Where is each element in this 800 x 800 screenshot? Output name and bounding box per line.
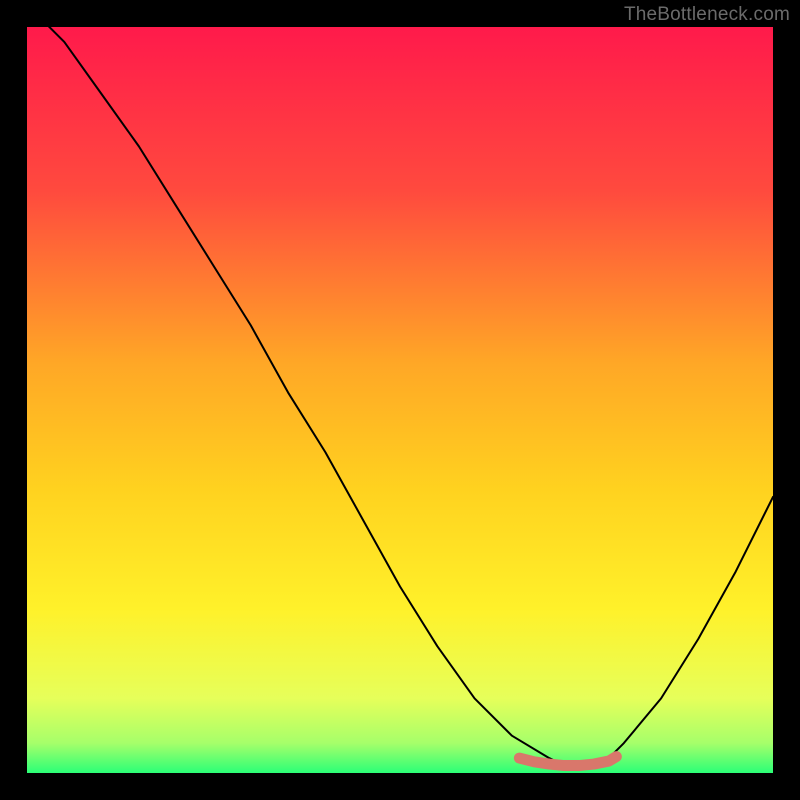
plot-area xyxy=(27,27,773,773)
chart-stage: TheBottleneck.com xyxy=(0,0,800,800)
watermark-text: TheBottleneck.com xyxy=(624,4,790,26)
trough-marker xyxy=(519,757,616,766)
bottleneck-curve xyxy=(27,27,773,766)
curve-layer xyxy=(27,27,773,773)
